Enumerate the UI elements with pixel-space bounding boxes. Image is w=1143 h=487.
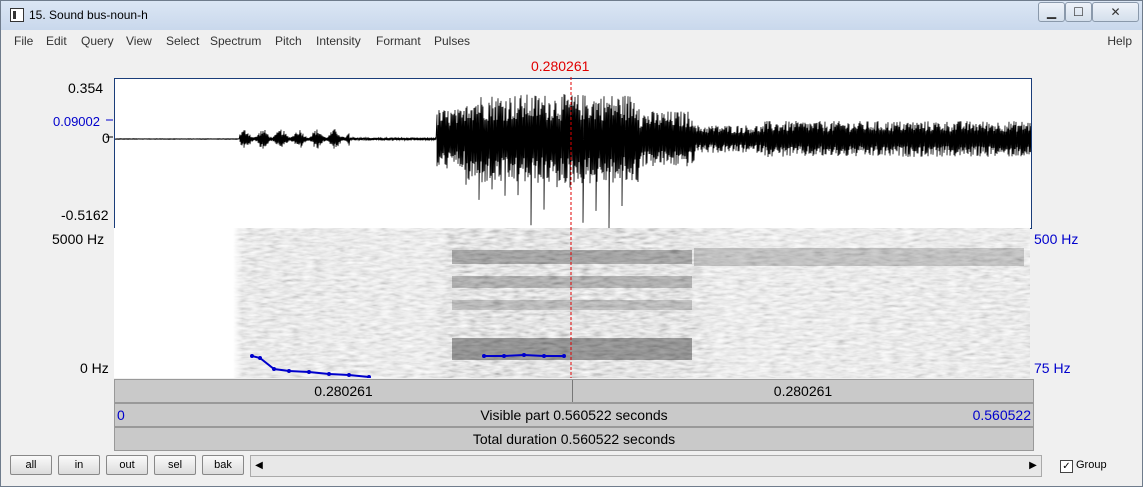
formant-band: [694, 248, 1024, 266]
pitch-top-label: 500 Hz: [1034, 231, 1079, 247]
maximize-button[interactable]: ☐: [1065, 2, 1092, 22]
scroll-right-icon[interactable]: ▶: [1025, 456, 1041, 476]
menu-intensity[interactable]: Intensity: [316, 34, 361, 48]
pitch-point: [347, 373, 351, 377]
pitch-point: [258, 356, 262, 360]
formant-band: [452, 250, 692, 264]
formant-band: [452, 300, 692, 310]
menu-pulses[interactable]: Pulses: [434, 34, 470, 48]
group-checkbox-label: Group: [1076, 459, 1107, 471]
menu-view[interactable]: View: [126, 34, 152, 48]
menu-spectrum[interactable]: Spectrum: [210, 34, 261, 48]
pitch-point: [482, 354, 486, 358]
maximize-icon: ☐: [1073, 5, 1084, 19]
menu-select[interactable]: Select: [166, 34, 199, 48]
menu-pitch[interactable]: Pitch: [275, 34, 302, 48]
pitch-point: [307, 370, 311, 374]
menu-query[interactable]: Query: [81, 34, 114, 48]
close-icon: ✕: [1110, 5, 1121, 19]
left-segment-duration[interactable]: 0.280261: [115, 380, 573, 402]
visible-part-label: Visible part 0.560522 seconds: [480, 407, 668, 423]
wave-yzero-label: 0: [102, 130, 110, 146]
total-duration-label: Total duration 0.560522 seconds: [472, 431, 676, 447]
horizontal-scrollbar[interactable]: ◀ ▶: [250, 455, 1042, 477]
title-bar: 15. Sound bus-noun-h ▁ ☐ ✕: [1, 1, 1142, 30]
close-button[interactable]: ✕: [1092, 2, 1139, 22]
right-segment-duration[interactable]: 0.280261: [573, 380, 1033, 402]
pitch-point: [287, 369, 291, 373]
praat-sound-window: 15. Sound bus-noun-h ▁ ☐ ✕ File Edit Que…: [0, 0, 1143, 487]
pitch-point: [327, 372, 331, 376]
pitch-bottom-label: 75 Hz: [1034, 360, 1071, 376]
minimize-icon: ▁: [1046, 5, 1057, 19]
waveform-trace: [114, 94, 1032, 229]
formant-band: [452, 276, 692, 288]
spectrogram-panel[interactable]: [114, 228, 1030, 379]
menu-bar: File Edit Query View Select Spectrum Pit…: [8, 31, 1138, 50]
pitch-point: [502, 354, 506, 358]
visible-part-bar[interactable]: 0 Visible part 0.560522 seconds 0.560522: [114, 403, 1034, 427]
pitch-point: [272, 367, 276, 371]
wave-ycursor-label: 0.09002: [53, 114, 100, 129]
wave-ymin-label: -0.5162: [61, 207, 109, 223]
scroll-left-icon[interactable]: ◀: [251, 456, 267, 476]
waveform-plot: [114, 94, 1032, 229]
cursor-time-label: 0.280261: [531, 58, 590, 74]
pitch-point: [542, 354, 546, 358]
zoom-back-button[interactable]: bak: [202, 455, 244, 475]
selection-time-bar[interactable]: 0.280261 0.280261: [114, 379, 1034, 403]
pitch-point: [522, 353, 526, 357]
visible-start-time: 0: [117, 407, 125, 423]
total-duration-bar[interactable]: Total duration 0.560522 seconds: [114, 427, 1034, 451]
menu-formant[interactable]: Formant: [376, 34, 421, 48]
wave-ymax-label: 0.354: [68, 80, 104, 96]
show-all-button[interactable]: all: [10, 455, 52, 475]
pitch-point: [562, 354, 566, 358]
menu-file[interactable]: File: [14, 34, 33, 48]
spectrogram-plot: [114, 228, 1030, 379]
menu-help[interactable]: Help: [1107, 34, 1132, 48]
spec-freq-bottom-label: 0 Hz: [80, 360, 109, 376]
zoom-in-button[interactable]: in: [58, 455, 100, 475]
menu-edit[interactable]: Edit: [46, 34, 67, 48]
zoom-out-button[interactable]: out: [106, 455, 148, 475]
visible-end-time: 0.560522: [972, 407, 1031, 423]
spec-freq-top-label: 5000 Hz: [52, 231, 105, 247]
group-checkbox[interactable]: ✓: [1060, 460, 1073, 473]
minimize-button[interactable]: ▁: [1038, 2, 1065, 22]
window-title: 15. Sound bus-noun-h: [29, 8, 148, 22]
bottom-toolbar: all in out sel bak ◀ ▶ ✓ Group: [8, 453, 1138, 478]
waveform-panel[interactable]: [114, 78, 1032, 229]
zoom-to-selection-button[interactable]: sel: [154, 455, 196, 475]
app-icon: [10, 8, 24, 22]
pitch-point: [250, 354, 254, 358]
